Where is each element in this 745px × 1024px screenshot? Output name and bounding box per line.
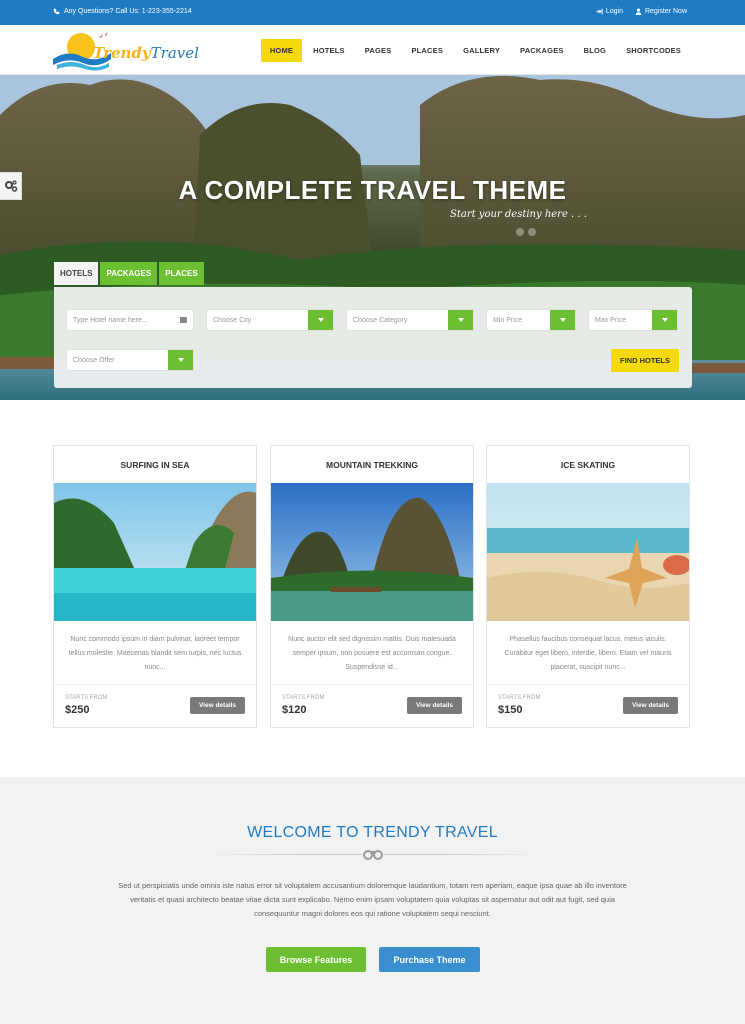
card-title[interactable]: ICE SKATING [487, 446, 689, 483]
card-image[interactable] [271, 483, 473, 621]
card-footer: STARTS FROM $120 View details [271, 684, 473, 727]
card-price: $150 [498, 704, 523, 716]
site-header: TrendyTravel HOME HOTELS PAGES PLACES GA… [0, 25, 745, 75]
starts-from-label: STARTS FROM [498, 695, 541, 701]
card-price: $250 [65, 704, 90, 716]
nav-packages[interactable]: PACKAGES [511, 39, 573, 62]
card-image[interactable] [54, 483, 256, 621]
nav-pages[interactable]: PAGES [356, 39, 401, 62]
category-select[interactable]: Choose Category [346, 309, 474, 331]
chevron-down-icon [308, 310, 333, 330]
chevron-down-icon [168, 350, 193, 370]
gear-icon [4, 180, 17, 192]
tour-card-skating: ICE SKATING Phasellus faucibus consequat… [486, 445, 690, 728]
nav-places[interactable]: PLACES [402, 39, 452, 62]
hero-subtitle: Start your destiny here . . . [450, 209, 587, 220]
min-price-value: Min Price [493, 317, 523, 324]
category-value: Choose Category [353, 317, 408, 324]
search-panel: Type Hotel name here... Choose City Choo… [54, 287, 692, 388]
login-icon [596, 8, 603, 15]
nav-shortcodes[interactable]: SHORTCODES [617, 39, 690, 62]
view-details-button[interactable]: View details [190, 697, 245, 714]
search-tabs: HOTELS PACKAGES PLACES [54, 262, 204, 285]
card-description: Nunc auctor elit sed dignissim mattis. D… [288, 636, 456, 671]
card-description: Phasellus faucibus consequat lacus, metu… [504, 636, 672, 671]
tab-places[interactable]: PLACES [159, 262, 204, 285]
starts-from-label: STARTS FROM [282, 695, 325, 701]
tab-packages[interactable]: PACKAGES [100, 262, 158, 285]
tour-card-surfing: SURFING IN SEA Nunc commodo ipsum in dia… [53, 445, 257, 728]
nav-gallery[interactable]: GALLERY [454, 39, 509, 62]
register-link[interactable]: Register Now [635, 8, 687, 15]
chevron-down-icon [652, 310, 677, 330]
max-price-select[interactable]: Max Price [588, 309, 678, 331]
slider-prev-dot[interactable] [516, 228, 524, 236]
welcome-text: Sed ut perspiciatis unde omnis iste natu… [118, 881, 627, 918]
chevron-down-icon [550, 310, 575, 330]
welcome-title: WELCOME TO TRENDY TRAVEL [247, 824, 498, 841]
slider-next-dot[interactable] [528, 228, 536, 236]
card-description: Nunc commodo ipsum in diam pulvinar, lao… [68, 636, 242, 671]
calendar-icon [180, 317, 187, 323]
site-logo[interactable]: TrendyTravel [53, 29, 199, 71]
nav-home[interactable]: HOME [260, 39, 303, 62]
settings-toggle[interactable] [0, 172, 22, 200]
login-link[interactable]: Login [596, 8, 623, 15]
binoculars-icon [362, 846, 384, 862]
phone-icon [53, 8, 60, 15]
welcome-section: WELCOME TO TRENDY TRAVEL Sed ut perspici… [0, 777, 745, 1024]
login-label: Login [605, 8, 623, 15]
contact-text: Any Questions? Call Us: 1-223-355-2214 [64, 8, 192, 15]
browse-features-button[interactable]: Browse Features [266, 947, 366, 972]
top-bar: Any Questions? Call Us: 1-223-355-2214 L… [0, 0, 745, 25]
offer-value: Choose Offer [73, 357, 115, 364]
max-price-value: Max Price [595, 317, 627, 324]
tab-hotels[interactable]: HOTELS [54, 262, 99, 285]
register-label: Register Now [644, 8, 687, 15]
card-footer: STARTS FROM $150 View details [487, 684, 689, 727]
min-price-select[interactable]: Min Price [486, 309, 576, 331]
card-footer: STARTS FROM $250 View details [54, 684, 256, 727]
card-image[interactable] [487, 483, 689, 621]
card-title[interactable]: MOUNTAIN TREKKING [271, 446, 473, 483]
tour-card-trekking: MOUNTAIN TREKKING Nunc auctor elit sed d… [270, 445, 474, 728]
chevron-down-icon [448, 310, 473, 330]
logo-text: TrendyTravel [93, 44, 199, 62]
hotel-name-input[interactable]: Type Hotel name here... [66, 309, 194, 331]
starts-from-label: STARTS FROM [65, 695, 108, 701]
find-hotels-button[interactable]: FIND HOTELS [611, 349, 679, 372]
hotel-name-placeholder: Type Hotel name here... [73, 317, 148, 324]
purchase-theme-button[interactable]: Purchase Theme [379, 947, 480, 972]
city-value: Choose City [213, 317, 252, 324]
hero-title: A COMPLETE TRAVEL THEME [178, 175, 567, 205]
nav-hotels[interactable]: HOTELS [304, 39, 354, 62]
view-details-button[interactable]: View details [623, 697, 678, 714]
slider-controls [516, 228, 536, 236]
card-price: $120 [282, 704, 307, 716]
contact-info: Any Questions? Call Us: 1-223-355-2214 [53, 8, 192, 15]
nav-blog[interactable]: BLOG [575, 39, 615, 62]
user-icon [635, 8, 642, 15]
view-details-button[interactable]: View details [407, 697, 462, 714]
main-nav: HOME HOTELS PAGES PLACES GALLERY PACKAGE… [260, 39, 690, 62]
offer-select[interactable]: Choose Offer [66, 349, 194, 371]
city-select[interactable]: Choose City [206, 309, 334, 331]
card-title[interactable]: SURFING IN SEA [54, 446, 256, 483]
